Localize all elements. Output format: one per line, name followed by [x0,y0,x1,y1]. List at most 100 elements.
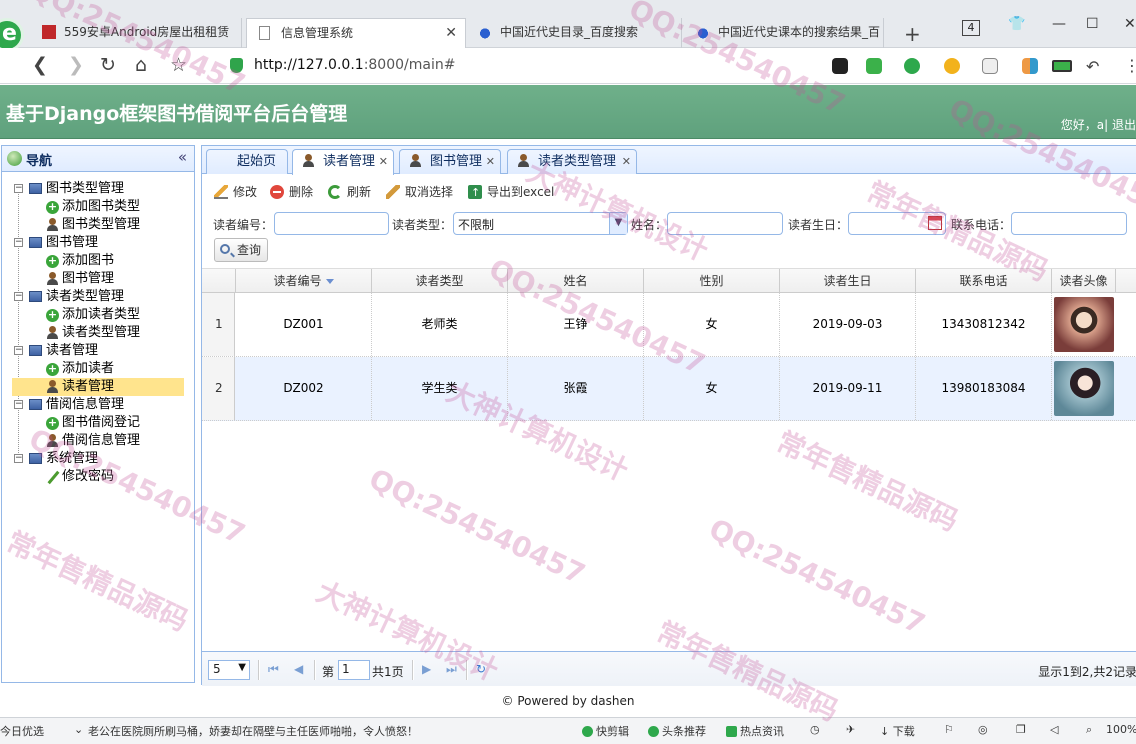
close-tab-icon[interactable]: ✕ [622,150,631,173]
table-row[interactable]: 2 DZ002 学生类 张霞 女 2019-09-11 13980183084 [202,357,1136,421]
browser-tab-4[interactable]: 中国近代史课本的搜索结果_百 [684,18,884,48]
tree-node-book-mgmt[interactable]: − 图书管理 [2,234,194,252]
chevron-down-icon[interactable]: ⌄ [74,723,83,736]
collapse-toggle-icon[interactable]: − [14,292,23,301]
reload-icon[interactable]: ↻ [100,54,116,76]
browser-tab-1[interactable]: 559安卓Android房屋出租租赁 [30,18,242,48]
tree-item-book-type-mgmt[interactable]: 图书类型管理 [2,216,194,234]
zoom-icon[interactable]: ⌕ [1086,723,1092,737]
tab-reader-type-mgmt[interactable]: 读者类型管理 ✕ [507,149,637,174]
next-page-icon[interactable]: ▶ [422,662,431,676]
column-header-avatar[interactable]: 读者头像 [1052,269,1116,293]
scissors-icon[interactable] [866,58,882,74]
new-tab-icon[interactable]: + [904,22,921,46]
column-header-birthday[interactable]: 读者生日 [780,269,916,293]
pin-icon[interactable]: ✈ [846,723,855,736]
column-header-phone[interactable]: 联系电话 [916,269,1052,293]
clock-icon[interactable]: ◷ [810,723,820,736]
status-kuaijian[interactable]: 快剪辑 [582,723,629,739]
name-input[interactable] [667,212,783,235]
menu-icon[interactable]: ⋮ [1124,56,1136,75]
collapse-toggle-icon[interactable]: − [14,184,23,193]
tree-node-borrow-mgmt[interactable]: − 借阅信息管理 [2,396,194,414]
tree-item-change-password[interactable]: 修改密码 [2,468,194,486]
export-excel-button[interactable]: 导出到excel [468,182,554,203]
url-field[interactable]: http://127.0.0.1:8000/main# [254,57,455,73]
birthday-input[interactable] [848,212,946,235]
collapse-sidebar-icon[interactable]: « [178,148,187,166]
tree-item-add-book[interactable]: + 添加图书 [2,252,194,270]
browser-tab-2[interactable]: 信息管理系统 ✕ [246,18,466,49]
status-hot[interactable]: 热点资讯 [726,723,784,739]
reward-icon[interactable] [944,58,960,74]
translate-icon[interactable] [904,58,920,74]
tree-node-system-mgmt[interactable]: − 系统管理 [2,450,194,468]
collapse-toggle-icon[interactable]: − [14,400,23,409]
window-icon[interactable]: ❐ [1016,723,1026,736]
tree-node-reader-mgmt[interactable]: − 读者管理 [2,342,194,360]
column-header-reader-no[interactable]: 读者编号 [236,269,372,293]
query-button[interactable]: 查询 [214,238,268,262]
maximize-icon[interactable]: ☐ [1086,16,1099,32]
star-icon[interactable]: ☆ [170,54,187,76]
column-header-reader-type[interactable]: 读者类型 [372,269,508,293]
tab-reader-mgmt[interactable]: 读者管理 ✕ [292,149,394,175]
tab-book-mgmt[interactable]: 图书管理 ✕ [399,149,501,174]
tree-item-add-book-type[interactable]: + 添加图书类型 [2,198,194,216]
refresh-button[interactable]: 刷新 [328,182,371,202]
tree-item-add-reader-type[interactable]: + 添加读者类型 [2,306,194,324]
column-header-gender[interactable]: 性别 [644,269,780,293]
tree-item-borrow-register[interactable]: + 图书借阅登记 [2,414,194,432]
collapse-toggle-icon[interactable]: − [14,454,23,463]
page-number-input[interactable]: 1 [338,660,370,680]
status-today-picks[interactable]: 今日优选 [0,723,44,739]
prev-page-icon[interactable]: ◀ [294,662,303,676]
reader-type-select[interactable]: 不限制 ▼ [453,212,628,235]
tab-home[interactable]: 起始页 [206,149,288,174]
close-window-icon[interactable]: ✕ [1124,16,1136,32]
last-page-icon[interactable]: ⏭ [446,662,457,677]
close-tab-icon[interactable]: ✕ [445,19,457,47]
close-tab-icon[interactable]: ✕ [379,150,388,173]
forward-icon[interactable]: ❯ [68,54,84,76]
apps-icon[interactable] [1022,58,1038,74]
browser-tab-3[interactable]: 中国近代史目录_百度搜索 [466,18,682,48]
cancel-select-button[interactable]: 取消选择 [386,182,453,202]
delete-button[interactable]: 删除 [270,182,313,202]
tree-item-borrow-mgmt[interactable]: 借阅信息管理 [2,432,194,450]
tree-item-reader-mgmt[interactable]: 读者管理 [12,378,184,396]
shirt-icon[interactable]: 👕 [1008,16,1025,32]
user-greeting-logout[interactable]: 您好，a| 退出 [1061,116,1136,133]
message-icon[interactable] [982,58,998,74]
close-tab-icon[interactable]: ✕ [486,150,495,173]
home-icon[interactable]: ⌂ [135,54,147,76]
flag-icon[interactable]: ⚐ [944,723,954,736]
first-page-icon[interactable]: ⏮ [268,662,279,677]
edit-button[interactable]: 修改 [214,182,257,202]
phone-input[interactable] [1011,212,1127,235]
undo-icon[interactable]: ↶ [1086,57,1099,76]
tree-item-reader-type-mgmt[interactable]: 读者类型管理 [2,324,194,342]
status-toutiao[interactable]: 头条推荐 [648,723,706,739]
page-size-select[interactable]: 5 ▼ [208,660,250,680]
speaker-icon[interactable]: ◁ [1050,723,1058,736]
extension-icon[interactable] [832,58,848,74]
status-download[interactable]: ↓ 下载 [880,723,915,739]
reader-no-input[interactable] [274,212,389,235]
browser-icon[interactable]: ◎ [978,723,988,736]
tab-count-badge[interactable]: 4 [962,20,980,36]
tree-node-reader-type-mgmt[interactable]: − 读者类型管理 [2,288,194,306]
chevron-down-icon[interactable]: ▼ [609,213,627,234]
reload-page-icon[interactable]: ↻ [476,662,486,676]
tree-item-book-mgmt[interactable]: 图书管理 [2,270,194,288]
status-news-link[interactable]: 老公在医院厕所刷马桶，娇妻却在隔壁与主任医师啪啪，令人愤怒！ [88,723,448,739]
table-row[interactable]: 1 DZ001 老师类 王铮 女 2019-09-03 13430812342 [202,293,1136,357]
collapse-toggle-icon[interactable]: − [14,238,23,247]
zoom-level[interactable]: 100% [1106,723,1136,736]
collapse-toggle-icon[interactable]: − [14,346,23,355]
back-icon[interactable]: ❮ [32,54,48,76]
tree-item-add-reader[interactable]: + 添加读者 [2,360,194,378]
column-header-name[interactable]: 姓名 [508,269,644,293]
minimize-icon[interactable]: — [1052,16,1066,32]
tree-node-book-type-mgmt[interactable]: − 图书类型管理 [2,180,194,198]
